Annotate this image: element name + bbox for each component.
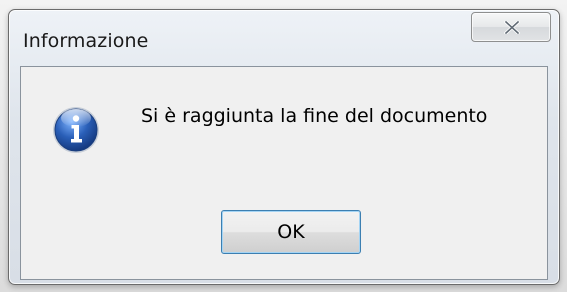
ok-button[interactable]: OK — [221, 210, 361, 254]
message-box: Informazione Si è raggiunta la fine del … — [8, 9, 560, 285]
dialog-title: Informazione — [23, 30, 149, 52]
close-button[interactable] — [471, 12, 551, 42]
info-icon — [53, 107, 99, 153]
title-bar[interactable]: Informazione — [9, 10, 559, 64]
close-icon — [504, 21, 520, 34]
dialog-body: Si è raggiunta la fine del documento OK — [20, 66, 548, 280]
content-area: Si è raggiunta la fine del documento — [21, 67, 547, 199]
message-text: Si è raggiunta la fine del documento — [141, 105, 488, 127]
